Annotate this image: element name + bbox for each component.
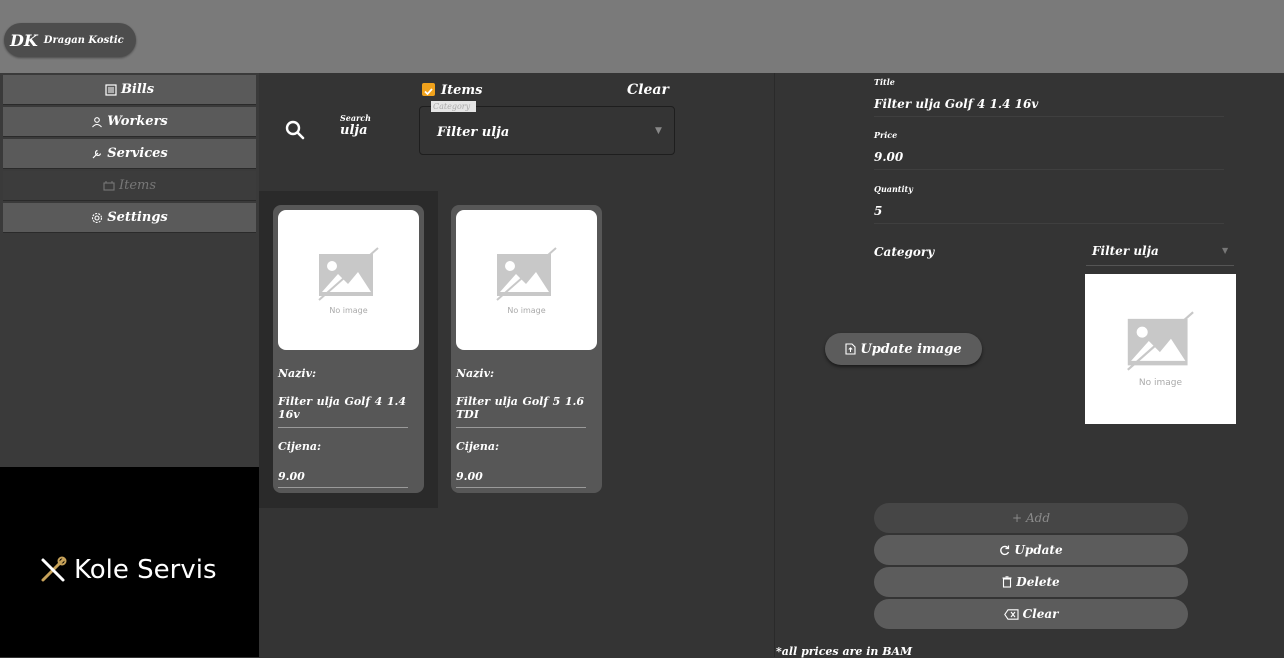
no-image-text: No image <box>507 305 546 315</box>
items-icon <box>103 180 115 191</box>
item-price: 9.00 <box>278 470 305 483</box>
logo-text: Kole Servis <box>74 555 217 585</box>
search-input[interactable]: ulja <box>340 123 368 138</box>
trash-icon <box>1002 576 1012 588</box>
sidebar-item-label: Settings <box>107 210 168 225</box>
clear-filter-button[interactable]: Clear <box>627 82 669 98</box>
chevron-down-icon[interactable]: ▼ <box>655 126 662 136</box>
quantity-label: Quantity <box>874 184 913 194</box>
sidebar-item-settings[interactable]: Settings <box>3 203 256 233</box>
sidebar-item-items[interactable]: Items <box>3 171 256 201</box>
tools-icon <box>41 556 67 582</box>
update-image-label: Update image <box>860 341 962 357</box>
sidebar-item-bills[interactable]: Bills <box>3 75 256 105</box>
price-input[interactable]: 9.00 <box>874 150 903 164</box>
category-select-value: Filter ulja <box>437 125 510 140</box>
checkmark-icon <box>424 88 433 96</box>
quantity-input[interactable]: 5 <box>874 204 882 218</box>
sidebar: Bills Workers Services Items Settings <box>0 73 259 467</box>
plus-icon: + <box>1011 511 1023 525</box>
category-underline <box>1086 265 1234 266</box>
price-underline <box>874 169 1224 170</box>
user-chip[interactable]: DK Dragan Kostic <box>4 23 136 57</box>
worker-icon <box>92 116 103 127</box>
clear-label: Clear <box>1022 607 1059 621</box>
item-thumbnail: No image <box>278 210 419 350</box>
title-input[interactable]: Filter ulja Golf 4 1.4 16v <box>874 97 1038 111</box>
add-button[interactable]: + Add <box>874 503 1188 533</box>
item-thumbnail: No image <box>456 210 597 350</box>
chevron-down-icon[interactable]: ▼ <box>1222 246 1228 255</box>
no-image-icon <box>317 246 379 301</box>
search-icon[interactable] <box>285 120 305 140</box>
item-name-label: Naziv: <box>278 367 317 380</box>
items-checkbox[interactable] <box>422 83 435 96</box>
sidebar-item-label: Bills <box>120 82 155 97</box>
delete-label: Delete <box>1016 575 1060 589</box>
user-name: Dragan Kostic <box>43 34 124 46</box>
item-price-label: Cijena: <box>278 440 322 453</box>
receipt-icon <box>105 83 117 96</box>
clear-button[interactable]: Clear <box>874 599 1188 629</box>
divider <box>278 487 408 488</box>
sidebar-item-label: Services <box>107 146 168 161</box>
panel-divider <box>774 73 775 657</box>
item-name-label: Naziv: <box>456 367 495 380</box>
sidebar-item-services[interactable]: Services <box>3 139 256 169</box>
image-preview: No image <box>1085 274 1236 424</box>
currency-footnote: *all prices are in BAM <box>776 645 913 658</box>
sidebar-item-label: Items <box>118 178 157 193</box>
no-image-icon <box>1126 311 1194 371</box>
title-underline <box>874 116 1224 117</box>
add-label: Add <box>1026 511 1051 525</box>
category-dropdown[interactable]: Filter ulja <box>1092 244 1159 258</box>
refresh-icon <box>1000 545 1010 555</box>
item-name: Filter ulja Golf 5 1.6 TDI <box>456 395 584 421</box>
no-image-text: No image <box>329 305 368 315</box>
wrench-icon <box>92 149 102 158</box>
divider <box>456 487 586 488</box>
divider <box>278 427 408 428</box>
update-image-button[interactable]: Update image <box>825 333 982 365</box>
delete-button[interactable]: Delete <box>874 567 1188 597</box>
price-label: Price <box>874 130 898 140</box>
quantity-underline <box>874 223 1224 224</box>
top-bar <box>0 0 1284 73</box>
item-price-label: Cijena: <box>456 440 500 453</box>
logo: Kole Servis <box>38 555 217 585</box>
file-upload-icon <box>845 343 856 355</box>
no-image-icon <box>495 246 557 301</box>
item-card[interactable]: No image Naziv: Filter ulja Golf 4 1.4 1… <box>273 205 424 493</box>
item-card[interactable]: No image Naziv: Filter ulja Golf 5 1.6 T… <box>451 205 602 493</box>
search-label: Search <box>340 113 371 123</box>
items-checkbox-label[interactable]: Items <box>441 83 482 98</box>
category-label: Category <box>874 245 935 259</box>
gear-icon <box>92 212 103 223</box>
title-label: Title <box>874 77 895 87</box>
update-button[interactable]: Update <box>874 535 1188 565</box>
sidebar-item-workers[interactable]: Workers <box>3 107 256 137</box>
divider <box>456 427 586 428</box>
category-select-legend: Category <box>431 101 476 112</box>
backspace-icon <box>1003 608 1019 620</box>
item-name: Filter ulja Golf 4 1.4 16v <box>278 395 406 421</box>
user-initials: DK <box>10 30 38 50</box>
no-image-text: No image <box>1138 378 1183 388</box>
item-price: 9.00 <box>456 470 483 483</box>
update-label: Update <box>1014 543 1063 557</box>
sidebar-item-label: Workers <box>107 114 168 129</box>
